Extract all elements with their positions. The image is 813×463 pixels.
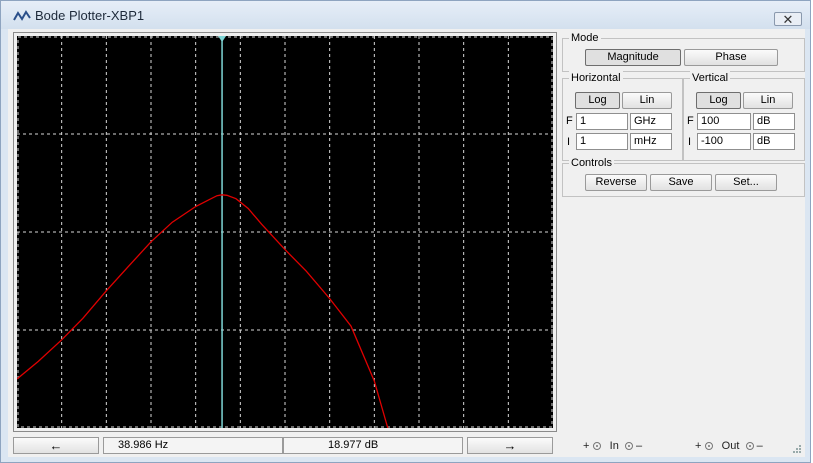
cursor-marker-icon — [218, 36, 227, 42]
arrow-right-icon: → — [503, 438, 517, 453]
window-title: Bode Plotter-XBP1 — [35, 8, 145, 23]
horizontal-group: Horizontal Log Lin F 1 GHz I 1 mHz — [562, 71, 683, 161]
out-plus-terminal-icon[interactable] — [704, 442, 713, 450]
horizontal-initial-field[interactable]: 1 — [576, 133, 628, 150]
magnitude-trace — [17, 194, 389, 428]
close-icon: ✕ — [782, 12, 794, 27]
horizontal-initial-unit[interactable]: mHz — [630, 133, 672, 150]
out-plus-sign: + — [695, 440, 702, 452]
save-button[interactable]: Save — [650, 174, 712, 191]
instrument-face: ← 38.986 Hz 18.977 dB → Mode Magnitude P… — [8, 29, 805, 457]
reverse-button[interactable]: Reverse — [585, 174, 647, 191]
horizontal-initial-label: I — [567, 136, 571, 148]
vertical-initial-label: I — [688, 136, 692, 148]
in-minus-terminal-icon[interactable] — [624, 442, 633, 450]
vertical-final-unit[interactable]: dB — [753, 113, 795, 130]
phase-button[interactable]: Phase — [684, 49, 778, 66]
cursor-left-button[interactable]: ← — [13, 437, 99, 454]
bode-plotter-window: Bode Plotter-XBP1 ✕ ← 38.986 Hz 18.977 d… — [0, 0, 811, 463]
horizontal-label: Horizontal — [569, 71, 623, 85]
magnitude-button[interactable]: Magnitude — [585, 49, 681, 66]
out-minus-sign: – — [756, 440, 763, 452]
settings-panel: Mode Magnitude Phase Horizontal Log Lin … — [562, 29, 805, 197]
arrow-left-icon: ← — [49, 438, 63, 453]
horizontal-log-button[interactable]: Log — [575, 92, 620, 109]
in-plus-sign: + — [583, 440, 590, 452]
frequency-readout: 38.986 Hz — [103, 437, 283, 454]
in-terminals: + In – — [583, 439, 642, 453]
mode-group: Mode Magnitude Phase — [562, 31, 805, 72]
vertical-group: Vertical Log Lin F 100 dB I -100 dB — [683, 71, 805, 161]
vertical-initial-field[interactable]: -100 — [697, 133, 751, 150]
plot-frame — [13, 32, 557, 432]
out-terminals: + Out – — [695, 439, 763, 453]
in-plus-terminal-icon[interactable] — [592, 442, 601, 450]
cursor-readout-bar: ← 38.986 Hz 18.977 dB → — [13, 437, 557, 454]
title-bar[interactable]: Bode Plotter-XBP1 ✕ — [1, 1, 810, 29]
in-label: In — [609, 440, 619, 452]
horizontal-lin-button[interactable]: Lin — [622, 92, 672, 109]
out-label: Out — [721, 440, 740, 452]
bode-plotter-icon — [13, 10, 31, 21]
horizontal-final-field[interactable]: 1 — [576, 113, 628, 130]
vertical-final-field[interactable]: 100 — [697, 113, 751, 130]
horizontal-final-unit[interactable]: GHz — [630, 113, 672, 130]
vertical-lin-button[interactable]: Lin — [743, 92, 793, 109]
controls-group: Controls Reverse Save Set... — [562, 156, 805, 197]
horizontal-final-label: F — [566, 115, 573, 127]
plot-grid — [17, 36, 553, 428]
out-minus-terminal-icon[interactable] — [745, 442, 754, 450]
vertical-initial-unit[interactable]: dB — [753, 133, 795, 150]
in-minus-sign: – — [636, 440, 643, 452]
resize-grip-icon[interactable] — [791, 443, 801, 453]
gain-readout: 18.977 dB — [283, 437, 463, 454]
vertical-log-button[interactable]: Log — [696, 92, 741, 109]
vertical-label: Vertical — [690, 71, 731, 85]
controls-label: Controls — [569, 156, 614, 170]
cursor-right-button[interactable]: → — [467, 437, 553, 454]
close-button[interactable]: ✕ — [774, 12, 802, 26]
set-button[interactable]: Set... — [715, 174, 777, 191]
mode-label: Mode — [569, 31, 601, 45]
vertical-final-label: F — [687, 115, 694, 127]
bode-plot[interactable] — [17, 36, 553, 428]
